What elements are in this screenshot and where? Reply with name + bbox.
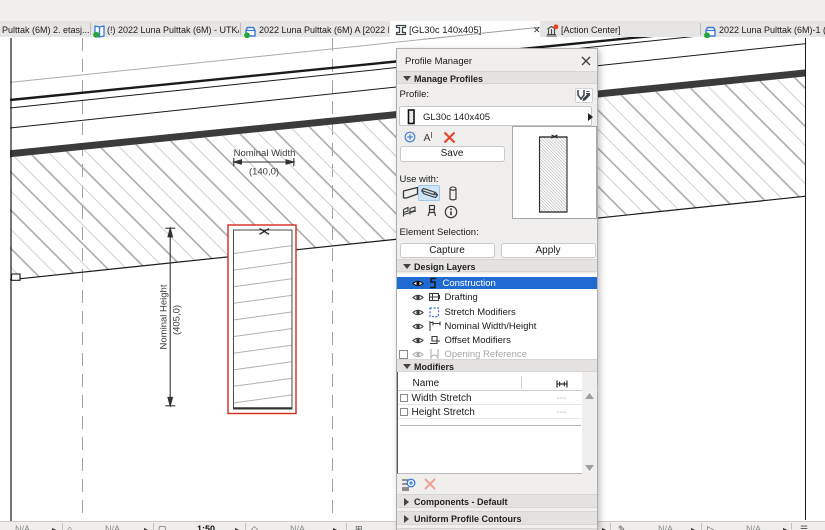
svg-text:(405,0): (405,0) [172,305,183,335]
svg-text:Nominal Width: Nominal Width [234,148,296,159]
svg-text:Nominal Height: Nominal Height [159,284,170,349]
svg-text:(140,0): (140,0) [249,167,279,178]
